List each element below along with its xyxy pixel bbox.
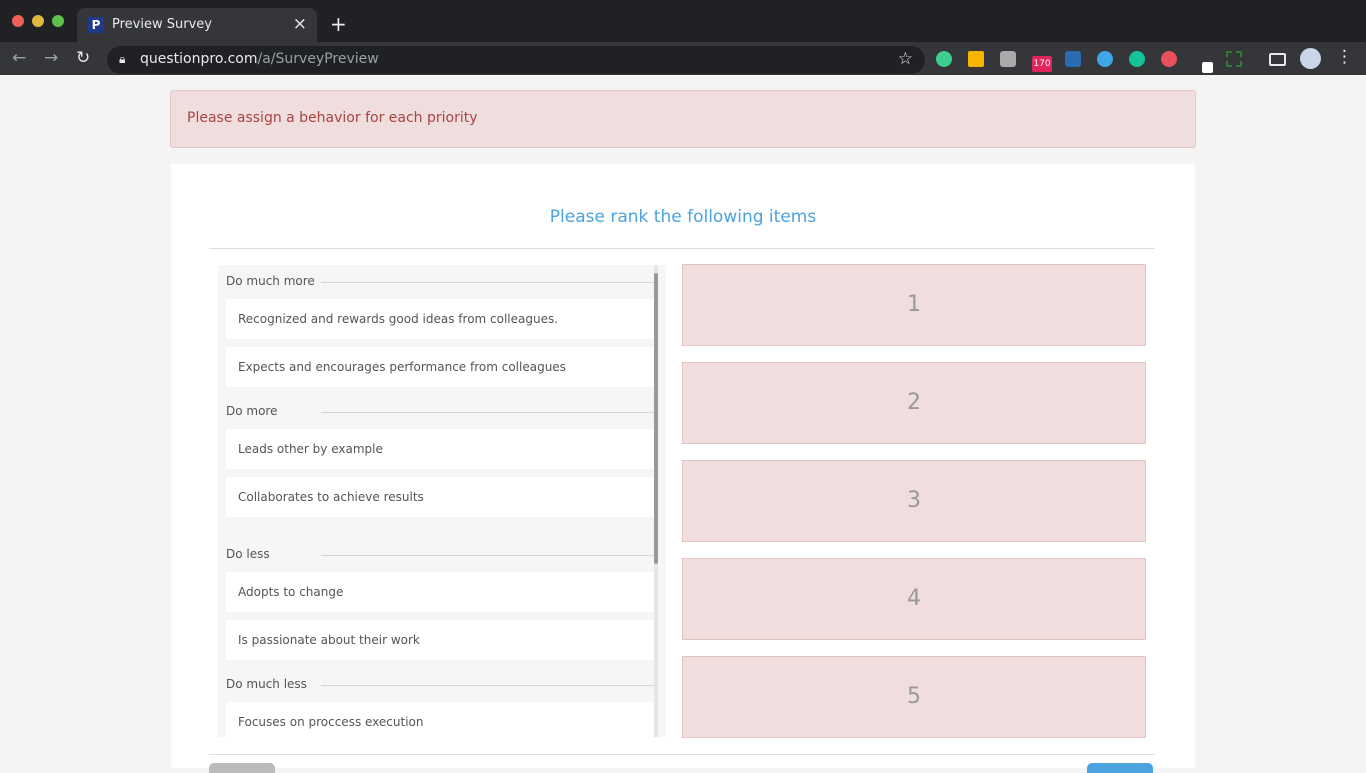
close-window-button[interactable]: [12, 15, 24, 27]
draggable-item[interactable]: Adopts to change: [226, 572, 654, 612]
browser-tabbar: P Preview Survey × +: [0, 0, 1366, 42]
browser-tab[interactable]: P Preview Survey ×: [77, 8, 317, 42]
extension-badge[interactable]: 170: [1032, 56, 1052, 72]
questionpro-favicon-icon: P: [88, 17, 104, 33]
group-header: Do much more: [218, 265, 666, 299]
back-icon[interactable]: ←: [12, 48, 26, 68]
bookmark-star-icon[interactable]: ☆: [898, 49, 913, 69]
screenshot-extension-icon[interactable]: [1226, 51, 1242, 67]
back-button[interactable]: [209, 763, 275, 773]
browser-toolbar: ← → ↻ 🔒︎ questionpro.com/a/SurveyPreview…: [0, 42, 1366, 75]
grammarly-icon[interactable]: [1129, 51, 1145, 67]
compass-extension-icon[interactable]: [1065, 51, 1081, 67]
behavior-list: Do much more Recognized and rewards good …: [218, 265, 666, 737]
draggable-item[interactable]: Collaborates to achieve results: [226, 477, 654, 517]
rank-slot-2[interactable]: 2: [682, 362, 1146, 444]
draggable-item[interactable]: Focuses on proccess execution: [226, 702, 654, 737]
forward-icon[interactable]: →: [44, 48, 58, 68]
cast-icon[interactable]: [1269, 53, 1286, 66]
close-tab-icon[interactable]: ×: [293, 14, 307, 34]
draggable-item[interactable]: Expects and encourages performance from …: [226, 347, 654, 387]
reload-icon[interactable]: ↻: [76, 48, 90, 68]
maximize-window-button[interactable]: [52, 15, 64, 27]
rank-slot-4[interactable]: 4: [682, 558, 1146, 640]
draggable-item[interactable]: Is passionate about their work: [226, 620, 654, 660]
url-host: questionpro.com: [140, 51, 258, 67]
menu-icon[interactable]: ⋮: [1336, 47, 1353, 67]
draggable-item[interactable]: Leads other by example: [226, 429, 654, 469]
avatar[interactable]: [1300, 48, 1321, 69]
extension-icon[interactable]: [936, 51, 952, 67]
group-header: Do more: [218, 395, 666, 429]
url-path: /a/SurveyPreview: [257, 51, 379, 67]
extension-icon[interactable]: [968, 51, 984, 67]
rank-slot-5[interactable]: 5: [682, 656, 1146, 738]
validation-alert: Please assign a behavior for each priori…: [170, 90, 1196, 148]
next-button[interactable]: [1087, 763, 1153, 773]
rank-slot-3[interactable]: 3: [682, 460, 1146, 542]
address-bar[interactable]: 🔒︎ questionpro.com/a/SurveyPreview ☆: [107, 46, 925, 74]
survey-card: Please rank the following items Do much …: [171, 164, 1195, 773]
minimize-window-button[interactable]: [32, 15, 44, 27]
question-title: Please rank the following items: [549, 207, 817, 227]
scrollbar-thumb[interactable]: [654, 273, 658, 564]
rank-slot-1[interactable]: 1: [682, 264, 1146, 346]
divider: [209, 754, 1155, 755]
tab-title: Preview Survey: [112, 17, 212, 32]
divider: [209, 248, 1155, 249]
camera-extension-icon[interactable]: [1000, 51, 1016, 67]
new-tab-button[interactable]: +: [330, 12, 347, 36]
group-header: Do much less: [218, 668, 666, 702]
lock-icon: 🔒︎: [119, 52, 126, 66]
group-header: Do less: [218, 538, 666, 572]
pen-extension-icon[interactable]: [1202, 62, 1213, 73]
draggable-item[interactable]: Recognized and rewards good ideas from c…: [226, 299, 654, 339]
extension-icon[interactable]: [1097, 51, 1113, 67]
extension-icon[interactable]: [1161, 51, 1177, 67]
